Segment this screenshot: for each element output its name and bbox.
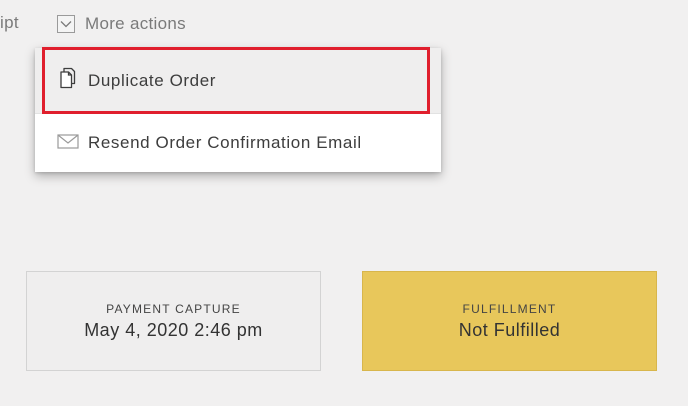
payment-capture-label: PAYMENT CAPTURE <box>106 302 241 316</box>
duplicate-order-label: Duplicate Order <box>88 70 217 90</box>
fulfillment-card: FULFILLMENT Not Fulfilled <box>362 271 657 371</box>
duplicate-icon <box>57 66 79 95</box>
payment-capture-value: May 4, 2020 2:46 pm <box>84 320 263 340</box>
more-actions-button[interactable]: More actions <box>57 13 186 35</box>
envelope-icon <box>57 133 79 154</box>
print-receipt-action-partial[interactable]: ipt <box>0 13 19 33</box>
resend-confirmation-email-label: Resend Order Confirmation Email <box>88 133 362 152</box>
more-actions-label: More actions <box>85 14 186 33</box>
fulfillment-value: Not Fulfilled <box>458 320 561 340</box>
payment-capture-card: PAYMENT CAPTURE May 4, 2020 2:46 pm <box>26 271 321 371</box>
fulfillment-label: FULFILLMENT <box>462 302 557 316</box>
chevron-down-icon <box>57 15 75 33</box>
more-actions-dropdown-menu: Duplicate Order Resend Order Confirmatio… <box>35 48 441 172</box>
menu-item-resend-confirmation-email[interactable]: Resend Order Confirmation Email <box>35 113 441 172</box>
menu-item-duplicate-order[interactable]: Duplicate Order <box>35 48 441 113</box>
